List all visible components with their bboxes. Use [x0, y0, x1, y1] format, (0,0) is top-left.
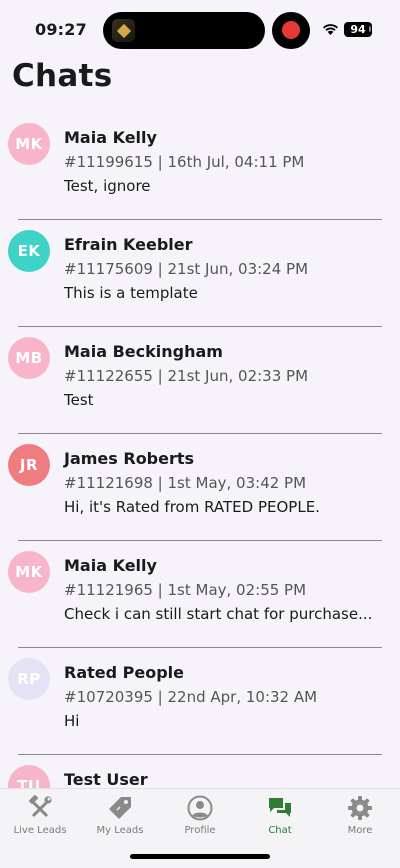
record-icon — [282, 21, 300, 39]
chat-message-preview: Hi, it's Rated from RATED PEOPLE. — [64, 498, 320, 516]
chat-contact-name: Maia Kelly — [64, 128, 157, 147]
dynamic-island — [103, 12, 265, 49]
wifi-icon — [323, 24, 338, 35]
tab-chat[interactable]: Chat — [240, 789, 320, 847]
chat-contact-name: Test User — [64, 770, 148, 788]
tab-label: Profile — [184, 825, 216, 836]
chat-message-preview: This is a template — [64, 284, 198, 302]
chat-list-item[interactable]: MK Maia Kelly #11199615 | 16th Jul, 04:1… — [0, 113, 400, 220]
chat-list-item[interactable]: JR James Roberts #11121698 | 1st May, 03… — [0, 434, 400, 541]
price-tag-icon — [109, 797, 131, 819]
page-title: Chats — [12, 58, 113, 94]
chat-list-item[interactable]: TU Test User — [0, 755, 400, 788]
chat-job-meta: #11122655 | 21st Jun, 02:33 PM — [64, 367, 309, 385]
chat-job-meta: #11175609 | 21st Jun, 03:24 PM — [64, 260, 309, 278]
tab-label: Chat — [268, 825, 292, 836]
avatar: RP — [8, 658, 50, 700]
status-time: 09:27 — [35, 20, 87, 39]
chat-list-item[interactable]: MB Maia Beckingham #11122655 | 21st Jun,… — [0, 327, 400, 434]
avatar: JR — [8, 444, 50, 486]
chat-contact-name: Maia Beckingham — [64, 342, 223, 361]
app-activity-icon — [112, 19, 135, 42]
chat-list-item[interactable]: EK Efrain Keebler #11175609 | 21st Jun, … — [0, 220, 400, 327]
chat-contact-name: Rated People — [64, 663, 184, 682]
tab-label: My Leads — [96, 825, 144, 836]
avatar: EK — [8, 230, 50, 272]
chat-contact-name: Efrain Keebler — [64, 235, 193, 254]
chat-contact-name: James Roberts — [64, 449, 195, 468]
chat-message-preview: Check i can still start chat for purchas… — [64, 605, 373, 623]
chat-job-meta: #10720395 | 22nd Apr, 10:32 AM — [64, 688, 318, 706]
hammer-wrench-icon — [28, 795, 52, 817]
recording-indicator — [272, 12, 310, 49]
chat-list-item[interactable]: RP Rated People #10720395 | 22nd Apr, 10… — [0, 648, 400, 755]
avatar: MB — [8, 337, 50, 379]
avatar: MK — [8, 551, 50, 593]
chat-message-preview: Test, ignore — [64, 177, 151, 195]
chat-message-preview: Hi — [64, 712, 80, 730]
chat-bubbles-icon — [269, 798, 291, 817]
tab-label: Live Leads — [13, 825, 67, 836]
tab-more[interactable]: More — [320, 789, 400, 847]
tab-label: More — [347, 825, 373, 836]
chat-list-item[interactable]: MK Maia Kelly #11121965 | 1st May, 02:55… — [0, 541, 400, 648]
avatar: MK — [8, 123, 50, 165]
chat-contact-name: Maia Kelly — [64, 556, 157, 575]
chat-job-meta: #11121698 | 1st May, 03:42 PM — [64, 474, 307, 492]
status-bar: 09:27 94 — [0, 0, 400, 60]
battery-indicator: 94 — [344, 22, 372, 37]
home-indicator — [130, 854, 270, 859]
chat-job-meta: #11199615 | 16th Jul, 04:11 PM — [64, 153, 305, 171]
tab-live-leads[interactable]: Live Leads — [0, 789, 80, 847]
profile-icon — [187, 795, 213, 821]
tab-my-leads[interactable]: My Leads — [80, 789, 160, 847]
chat-list[interactable]: MK Maia Kelly #11199615 | 16th Jul, 04:1… — [0, 113, 400, 788]
chat-message-preview: Test — [64, 391, 94, 409]
avatar: TU — [8, 765, 50, 788]
chat-job-meta: #11121965 | 1st May, 02:55 PM — [64, 581, 307, 599]
tab-profile[interactable]: Profile — [160, 789, 240, 847]
gear-icon — [348, 796, 372, 820]
